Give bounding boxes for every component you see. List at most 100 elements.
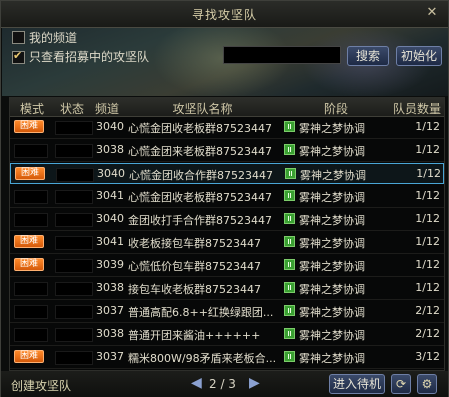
- status-cell: [55, 236, 93, 250]
- count-cell: 1/12: [415, 212, 440, 225]
- channel-cell: 3041: [96, 235, 124, 248]
- find-raid-team-window: 寻找攻坚队 ✕ 我的频道 只查看招募中的攻坚队 搜索 初始化 模式 状态 频道 …: [0, 0, 449, 397]
- hard-mode-tag: 困难: [14, 235, 44, 248]
- pause-icon: [284, 236, 295, 247]
- stage-cell: 雾神之梦协调: [299, 352, 365, 365]
- count-cell: 3/12: [415, 350, 440, 363]
- count-cell: 1/12: [415, 189, 440, 202]
- status-cell: [55, 328, 93, 342]
- count-cell: 1/12: [415, 281, 440, 294]
- hard-mode-tag: 困难: [14, 120, 44, 133]
- status-cell: [55, 190, 93, 204]
- pause-icon: [284, 305, 295, 316]
- recruiting-only-checkbox[interactable]: [12, 49, 25, 64]
- count-cell: 1/12: [415, 143, 440, 156]
- search-button[interactable]: 搜索: [347, 46, 389, 66]
- hard-mode-tag: 困难: [15, 167, 45, 180]
- refresh-icon[interactable]: ⟳: [391, 374, 411, 394]
- channel-cell: 3040: [96, 212, 124, 225]
- channel-cell: 3037: [96, 304, 124, 317]
- status-cell: [55, 351, 93, 365]
- table-row[interactable]: 3037 普通高配6.8++红换绿跟团... 雾神之梦协调 2/12: [10, 301, 444, 323]
- name-cell: 接包车收老板群87523447: [128, 283, 261, 296]
- header-mode[interactable]: 模式: [16, 100, 48, 117]
- channel-cell: 3041: [96, 189, 124, 202]
- name-cell: 普通开团来酱油++++++: [128, 329, 261, 342]
- prev-page-icon[interactable]: ◀: [191, 375, 202, 391]
- channel-cell: 3039: [96, 258, 124, 271]
- table-row[interactable]: 困难 3040 心慌金团收合作群87523447 雾神之梦协调 1/12: [10, 163, 444, 184]
- hard-mode-tag: 困难: [14, 350, 44, 363]
- pause-icon: [284, 121, 295, 132]
- name-cell: 金团收打手合作群87523447: [128, 214, 272, 227]
- stage-cell: 雾神之梦协调: [299, 260, 365, 273]
- recruiting-only-label: 只查看招募中的攻坚队: [29, 50, 150, 64]
- header-stage[interactable]: 阶段: [282, 100, 390, 117]
- channel-cell: 3040: [96, 120, 124, 133]
- count-cell: 1/12: [415, 235, 440, 248]
- pause-icon: [284, 144, 295, 155]
- count-cell: 1/12: [416, 167, 441, 180]
- next-page-icon[interactable]: ▶: [249, 375, 260, 391]
- stage-cell: 雾神之梦协调: [299, 214, 365, 227]
- name-cell: 糯米800W/98矛盾来老板合...: [128, 352, 277, 365]
- count-cell: 2/12: [415, 327, 440, 340]
- stage-cell: 雾神之梦协调: [299, 191, 365, 204]
- status-cell: [55, 144, 93, 158]
- reset-button[interactable]: 初始化: [396, 46, 442, 66]
- table-row[interactable]: 3038 普通开团来酱油++++++ 雾神之梦协调 2/12: [10, 324, 444, 346]
- header-status[interactable]: 状态: [54, 100, 90, 117]
- raid-team-table: 模式 状态 频道 攻坚队名称 阶段 队员数量 困难 3040 心慌金团收老板群875…: [9, 97, 445, 371]
- status-cell: [56, 168, 94, 182]
- name-cell: 收老板接包车群87523447: [128, 237, 261, 250]
- stage-cell: 雾神之梦协调: [299, 237, 365, 250]
- stage-cell: 雾神之梦协调: [299, 283, 365, 296]
- page-indicator: 2 / 3: [209, 377, 236, 391]
- channel-cell: 3038: [96, 327, 124, 340]
- name-cell: 心慌金团收老板群87523447: [128, 122, 272, 135]
- my-channel-label: 我的频道: [29, 31, 78, 45]
- header-count[interactable]: 队员数量: [390, 100, 444, 117]
- name-cell: 心慌金团收老板群87523447: [128, 191, 272, 204]
- hard-mode-tag: 困难: [14, 258, 44, 271]
- mode-blank: [14, 190, 48, 204]
- mode-blank: [14, 328, 48, 342]
- table-header: 模式 状态 频道 攻坚队名称 阶段 队员数量: [10, 98, 444, 117]
- name-cell: 心慌低价包车群87523447: [128, 260, 261, 273]
- table-row[interactable]: 3038 接包车收老板群87523447 雾神之梦协调 1/12: [10, 278, 444, 300]
- my-channel-checkbox[interactable]: [12, 31, 25, 44]
- status-cell: [55, 259, 93, 273]
- search-input[interactable]: [223, 46, 341, 64]
- table-row[interactable]: 困难 3040 心慌金团收老板群87523447 雾神之梦协调 1/12: [10, 117, 444, 139]
- pause-icon: [285, 168, 296, 179]
- pause-icon: [284, 351, 295, 362]
- stage-cell: 雾神之梦协调: [300, 169, 366, 182]
- channel-cell: 3038: [96, 281, 124, 294]
- table-row[interactable]: 3041 心慌金团收老板群87523447 雾神之梦协调 1/12: [10, 186, 444, 208]
- gear-icon[interactable]: ⚙: [417, 374, 437, 394]
- table-row[interactable]: 困难 3037 糯米800W/98矛盾来老板合... 雾神之梦协调 3/12: [10, 347, 444, 369]
- table-row[interactable]: 困难 3039 心慌低价包车群87523447 雾神之梦协调 1/12: [10, 255, 444, 277]
- table-row[interactable]: 3040 金团收打手合作群87523447 雾神之梦协调 1/12: [10, 209, 444, 231]
- channel-cell: 3037: [96, 350, 124, 363]
- pause-icon: [284, 282, 295, 293]
- close-icon[interactable]: ✕: [424, 5, 440, 21]
- title-bar: 寻找攻坚队 ✕: [1, 1, 448, 28]
- table-row[interactable]: 困难 3041 收老板接包车群87523447 雾神之梦协调 1/12: [10, 232, 444, 254]
- status-cell: [55, 305, 93, 319]
- status-cell: [55, 282, 93, 296]
- enter-queue-button[interactable]: 进入待机: [329, 374, 385, 394]
- pause-icon: [284, 328, 295, 339]
- window-title: 寻找攻坚队: [191, 8, 257, 22]
- pause-icon: [284, 259, 295, 270]
- table-row[interactable]: 3038 心慌金团来老板群87523447 雾神之梦协调 1/12: [10, 140, 444, 162]
- stage-cell: 雾神之梦协调: [299, 306, 365, 319]
- name-cell: 心慌金团来老板群87523447: [128, 145, 272, 158]
- create-raid-team-link[interactable]: 创建攻坚队: [11, 377, 71, 394]
- header-channel[interactable]: 频道: [90, 100, 124, 117]
- footer-bar: 创建攻坚队 ◀ 2 / 3 ▶ 进入待机 ⟳ ⚙: [1, 371, 448, 397]
- header-name[interactable]: 攻坚队名称: [125, 100, 280, 117]
- channel-cell: 3038: [96, 143, 124, 156]
- status-cell: [55, 121, 93, 135]
- mode-blank: [14, 282, 48, 296]
